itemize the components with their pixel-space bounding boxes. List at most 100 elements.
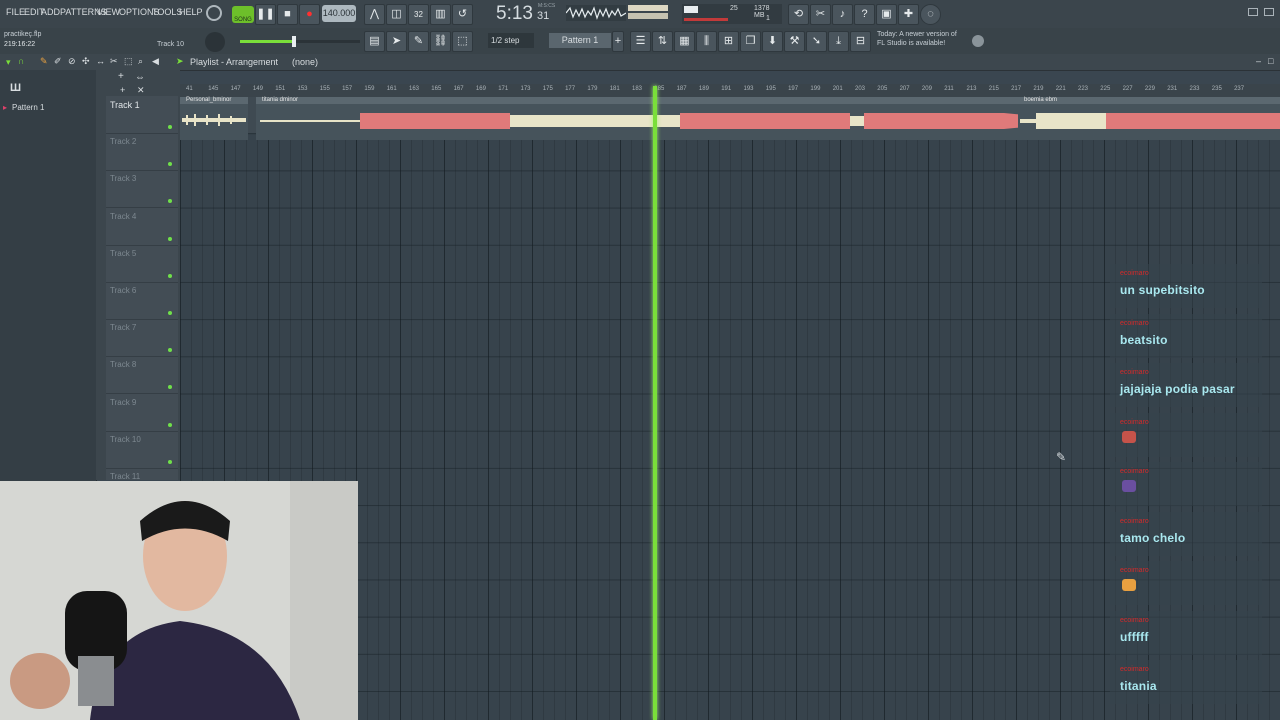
master-knob[interactable] (205, 32, 225, 52)
track-active-indicator[interactable] (168, 385, 172, 390)
download-icon[interactable]: ⤓ (828, 31, 849, 52)
save-icon[interactable]: ▣ (876, 4, 897, 25)
playlist-icon[interactable]: ☰ (630, 31, 651, 52)
loop-record-icon[interactable]: ↺ (452, 4, 473, 25)
wait-input-icon[interactable]: ◫ (386, 4, 407, 25)
slice-tool-icon[interactable]: ✂ (110, 56, 118, 67)
news-close-icon[interactable] (972, 35, 984, 47)
pause-button[interactable]: ❚❚ (255, 4, 276, 25)
news-line-1[interactable]: Today: A newer version of (877, 31, 957, 38)
track-active-indicator[interactable] (168, 162, 172, 167)
track-name: Track 5 (110, 248, 137, 258)
minimize-icon[interactable] (1248, 8, 1258, 16)
playback-tool-icon[interactable]: ◀ (152, 56, 159, 67)
track-header[interactable]: Track 8 (106, 356, 178, 395)
audio-clip[interactable]: Personal_bminor (180, 97, 248, 140)
audio-clip[interactable]: titania dminor (256, 97, 1090, 140)
close-track-icon[interactable]: ✕ (137, 85, 145, 96)
help-icon[interactable]: ? (854, 4, 875, 25)
track-active-indicator[interactable] (168, 311, 172, 315)
reset-icon[interactable]: ⟲ (788, 4, 809, 25)
menu-file[interactable]: FILE (6, 7, 25, 17)
time-display: 5:13 (496, 3, 533, 24)
add-pattern-icon[interactable]: + (612, 31, 624, 52)
track-active-indicator[interactable] (168, 459, 172, 464)
snap-arrow-icon[interactable]: ⇔ (135, 72, 145, 83)
timeline-ruler[interactable]: 41 145 147 149 151 153 155 157 159 161 163 165 167 16… (180, 84, 1280, 98)
news-line-2[interactable]: FL Studio is available! (877, 40, 945, 47)
menu-help[interactable]: HELP (179, 7, 203, 17)
master-volume-handle[interactable] (292, 36, 296, 47)
piano-roll-icon[interactable]: ▤ (364, 31, 385, 52)
track-header[interactable]: Track 2 (106, 133, 178, 172)
shop-icon[interactable]: ⊟ (850, 31, 871, 52)
webcam-person-image (0, 481, 358, 720)
track-active-indicator[interactable] (168, 348, 172, 353)
menu-tools[interactable]: TOOLS (152, 7, 182, 17)
chat-icon[interactable]: ◌ (920, 4, 941, 25)
track-header[interactable]: Track 5 (106, 245, 178, 283)
maximize-icon[interactable] (1264, 8, 1274, 16)
track-name: Track 4 (110, 211, 137, 221)
track-active-indicator[interactable] (168, 199, 172, 204)
add-track-icon[interactable]: + (118, 71, 124, 82)
track-header[interactable]: Track 7 (106, 319, 178, 358)
select-tool-icon[interactable]: ⬚ (124, 56, 133, 67)
track-active-indicator[interactable] (168, 273, 172, 278)
snap-step-select[interactable]: 1/2 step (488, 33, 534, 48)
song-mode-button[interactable]: SONG (232, 6, 254, 23)
stamp-icon[interactable]: ⬚ (452, 31, 473, 52)
track-1-lane[interactable]: Personal_bminor titania dminor boemia eb… (180, 97, 1280, 140)
track-header[interactable]: Track 9 (106, 394, 178, 432)
wrench-icon[interactable]: ⚒ (784, 31, 805, 52)
plugin-picker-icon[interactable]: ⬇ (762, 31, 783, 52)
cut-icon[interactable]: ✂ (810, 4, 831, 25)
mic-icon[interactable]: ♪ (832, 4, 853, 25)
magnet-icon[interactable]: ∩ (18, 56, 24, 66)
zoom-in-icon[interactable]: + (120, 85, 125, 95)
zoom-tool-icon[interactable]: ⌕ (138, 56, 143, 67)
blend-notes-icon[interactable]: ▥ (430, 4, 451, 25)
playlist-subtitle[interactable]: (none) (292, 57, 318, 67)
record-button[interactable]: ● (299, 4, 320, 25)
loop-icon[interactable] (206, 5, 222, 21)
channel-rack-icon[interactable]: ⇅ (652, 31, 673, 52)
track-header[interactable]: Track 10 (106, 431, 178, 469)
menu-arrow-icon[interactable]: ▾ (6, 57, 11, 68)
menu-add[interactable]: ADD (41, 7, 60, 17)
pattern-list-item[interactable]: ▸ Pattern 1 (0, 102, 96, 114)
track-header[interactable]: Track 1 (106, 96, 178, 134)
paint-tool-icon[interactable]: ✐ (54, 56, 62, 67)
audio-clip[interactable]: boemia ebm (1018, 97, 1280, 140)
mixer-icon[interactable]: ⫼ (696, 31, 717, 52)
arrow-tool-icon[interactable]: ➘ (806, 31, 827, 52)
browser-icon[interactable]: ⊞ (718, 31, 739, 52)
master-volume-slider[interactable] (240, 36, 360, 47)
track-active-indicator[interactable] (168, 125, 172, 129)
mute-tool-icon[interactable]: ✣ (82, 56, 90, 67)
pattern-select[interactable]: Pattern 1 (549, 33, 611, 48)
track-active-indicator[interactable] (168, 422, 172, 427)
delete-tool-icon[interactable]: ⊘ (68, 56, 76, 67)
playhead-marker[interactable] (653, 86, 657, 720)
play-arrow-icon[interactable]: ➤ (386, 31, 407, 52)
pattern-panel-icon[interactable]: Ш (10, 82, 21, 94)
copy-icon[interactable]: ❐ (740, 31, 761, 52)
link-icon[interactable]: ⛓ (430, 31, 451, 52)
track-header[interactable]: Track 3 (106, 170, 178, 209)
track-header[interactable]: Track 4 (106, 208, 178, 246)
stop-button[interactable]: ■ (277, 4, 298, 25)
track-active-indicator[interactable] (168, 236, 172, 241)
menu-view[interactable]: VIEW (97, 7, 120, 17)
countdown-icon[interactable]: 32 (408, 4, 429, 25)
metronome-icon[interactable]: ⋀ (364, 4, 385, 25)
pencil-tool-icon[interactable]: ✎ (40, 56, 48, 67)
tempo-display[interactable]: 140.000 (322, 5, 356, 22)
pencil-icon[interactable]: ✎ (408, 31, 429, 52)
plugin-icon[interactable]: ✚ (898, 4, 919, 25)
playlist-maximize-icon[interactable]: □ (1268, 56, 1273, 66)
track-header[interactable]: Track 6 (106, 282, 178, 320)
piano-icon[interactable]: ▦ (674, 31, 695, 52)
slip-tool-icon[interactable]: ↔ (96, 56, 105, 66)
playlist-minimize-icon[interactable]: – (1256, 56, 1261, 66)
